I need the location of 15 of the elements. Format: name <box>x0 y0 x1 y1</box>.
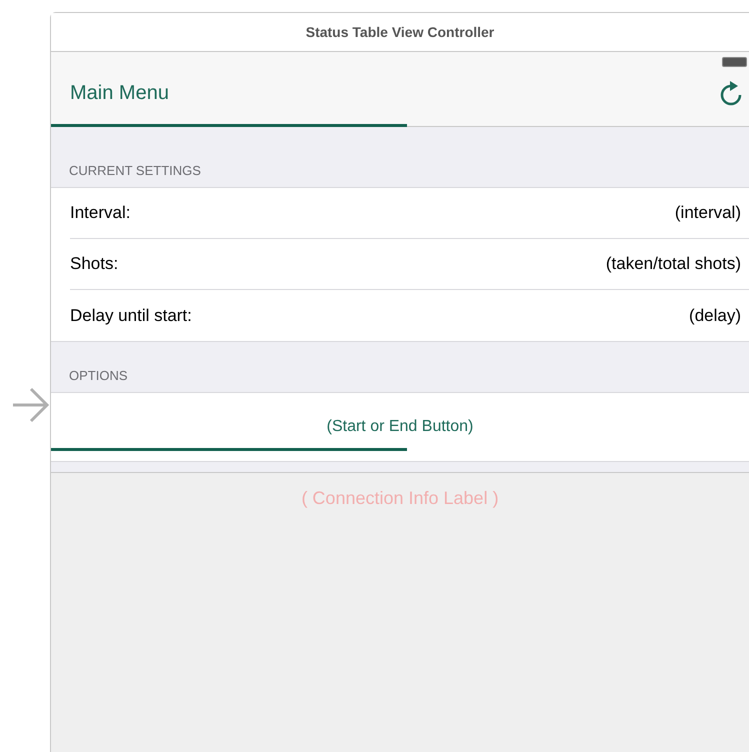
window-title: Status Table View Controller <box>306 22 494 42</box>
refresh-icon[interactable] <box>719 80 743 106</box>
row-value: (delay) <box>689 304 741 327</box>
section-header: CURRENT SETTINGS <box>69 162 201 180</box>
battery-icon <box>722 57 747 67</box>
row-label: Delay until start: <box>70 304 192 327</box>
row-value: (taken/total shots) <box>606 253 741 276</box>
nav-title: Main Menu <box>70 80 169 106</box>
entry-arrow-icon <box>11 387 49 423</box>
row-label: Shots: <box>70 253 118 276</box>
start-end-button[interactable]: (Start or End Button) <box>326 415 474 439</box>
row-value: (interval) <box>674 202 741 224</box>
section-header: OPTIONS <box>69 366 128 384</box>
connection-info-label: ( Connection Info Label ) <box>301 487 499 510</box>
row-label: Interval: <box>70 202 130 224</box>
